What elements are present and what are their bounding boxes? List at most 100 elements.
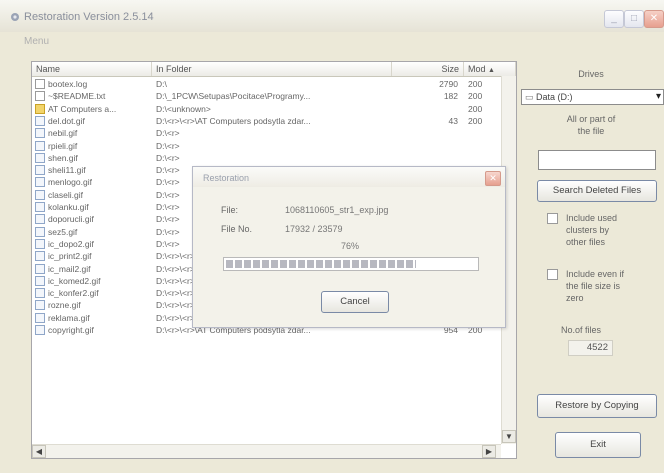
menu-item-menu[interactable]: Menu bbox=[24, 36, 49, 47]
number-of-files-value: 4522 bbox=[568, 340, 613, 356]
image-file-icon bbox=[35, 226, 45, 237]
file-name: kolanku.gif bbox=[48, 202, 89, 212]
image-file-icon bbox=[35, 214, 45, 225]
include-used-checkbox[interactable] bbox=[547, 213, 558, 224]
exit-button[interactable]: Exit bbox=[555, 432, 641, 458]
list-item[interactable]: ~$README.txt D:\_1PCW\Setupas\Pocitace\Pr… bbox=[32, 90, 502, 102]
file-modified: 200 bbox=[468, 115, 483, 126]
column-folder[interactable]: In Folder bbox=[152, 62, 392, 76]
file-name: AT Computers a... bbox=[48, 103, 117, 114]
file-name: del.dot.gif bbox=[48, 115, 85, 126]
file-size bbox=[392, 127, 458, 139]
column-mod-label: Mod bbox=[468, 64, 486, 74]
file-folder: D:\_1PCW\Setupas\Pocitace\Programy... bbox=[156, 91, 311, 102]
image-file-icon bbox=[35, 128, 45, 139]
scroll-right-arrow-icon[interactable]: ▶ bbox=[482, 445, 496, 458]
file-name: copyright.gif bbox=[48, 325, 94, 335]
file-modified bbox=[468, 140, 500, 152]
file-size bbox=[392, 140, 458, 152]
file-name: ic_dopo2.gif bbox=[48, 238, 94, 249]
horizontal-scrollbar[interactable]: ◀ ▶ bbox=[32, 444, 501, 458]
file-modified: 200 bbox=[468, 103, 483, 114]
list-item[interactable]: del.dot.gif D:\<r>\<r>\AT Computers podsy… bbox=[32, 115, 502, 127]
column-name[interactable]: Name bbox=[32, 62, 152, 76]
image-file-icon bbox=[35, 115, 45, 126]
list-item[interactable]: AT Computers a... D:\<unknown> 200 bbox=[32, 103, 502, 115]
progress-fill bbox=[226, 260, 416, 268]
dialog-title: Restoration bbox=[203, 173, 250, 183]
all-or-part-line1: All or part of bbox=[566, 114, 616, 124]
column-size[interactable]: Size bbox=[392, 62, 464, 76]
file-modified bbox=[468, 152, 500, 164]
window-title: Restoration Version 2.5.14 bbox=[24, 11, 154, 23]
file-folder: D:\<unknown> bbox=[156, 103, 211, 114]
file-size bbox=[392, 103, 458, 115]
file-folder: D:\ bbox=[156, 79, 167, 89]
file-folder: D:\<r> bbox=[156, 128, 180, 139]
cancel-button[interactable]: Cancel bbox=[321, 291, 389, 313]
drive-icon: ▭ bbox=[525, 92, 534, 102]
list-item[interactable]: bootex.log D:\ 2790 200 bbox=[32, 78, 502, 90]
minimize-button[interactable]: _ bbox=[604, 10, 624, 28]
image-file-icon bbox=[35, 300, 45, 311]
image-file-icon bbox=[35, 152, 45, 163]
chevron-down-icon: ▾ bbox=[655, 91, 661, 102]
drives-label: Drives bbox=[578, 69, 604, 79]
image-file-icon bbox=[35, 238, 45, 249]
list-item[interactable]: rpieli.gif D:\<r> bbox=[32, 140, 502, 152]
include-zero-size-label: Include even if the file size is zero bbox=[566, 268, 624, 304]
restoration-dialog: Restoration ✕ File: 1068110605_str1_exp.… bbox=[192, 166, 506, 328]
search-deleted-files-button[interactable]: Search Deleted Files bbox=[537, 180, 657, 202]
dialog-file-label: File: bbox=[221, 205, 239, 215]
column-mod[interactable]: Mod ▲ bbox=[464, 62, 516, 76]
document-icon bbox=[35, 79, 45, 89]
drive-selected-value: Data (D:) bbox=[536, 92, 573, 102]
scroll-down-arrow-icon[interactable]: ▼ bbox=[502, 430, 516, 443]
dialog-file-no-value: 17932 / 23579 bbox=[285, 224, 343, 234]
search-input[interactable] bbox=[538, 150, 656, 170]
all-or-part-label: All or part of the file bbox=[541, 113, 641, 137]
menu-bar: Menu bbox=[0, 33, 664, 51]
folder-icon bbox=[35, 103, 45, 114]
sort-up-icon: ▲ bbox=[488, 67, 495, 74]
minimize-icon: _ bbox=[611, 13, 617, 24]
file-size: 182 bbox=[443, 91, 458, 102]
all-or-part-line2: the file bbox=[577, 126, 605, 136]
image-file-icon bbox=[35, 202, 45, 212]
image-file-icon bbox=[35, 177, 45, 188]
include-used-line2: clusters by bbox=[566, 225, 610, 235]
side-panel: Drives ▭ Data (D:) ▾ All or part of the … bbox=[521, 61, 664, 461]
number-of-files-label: No.of files bbox=[561, 325, 602, 335]
maximize-button[interactable]: □ bbox=[624, 10, 644, 28]
dialog-close-button[interactable]: ✕ bbox=[485, 171, 501, 186]
file-name: ~$README.txt bbox=[48, 91, 106, 102]
include-zero-line3: zero bbox=[566, 293, 584, 303]
file-name: bootex.log bbox=[48, 79, 88, 89]
file-name: shen.gif bbox=[48, 152, 78, 163]
file-size bbox=[392, 152, 458, 164]
file-name: ic_print2.gif bbox=[48, 251, 92, 262]
list-item[interactable]: nebil.gif D:\<r> bbox=[32, 127, 502, 139]
drive-select[interactable]: ▭ Data (D:) ▾ bbox=[521, 89, 664, 105]
progress-bar bbox=[223, 257, 479, 271]
title-bar[interactable]: Restoration Version 2.5.14 _ □ ✕ bbox=[0, 0, 664, 32]
main-window: Restoration Version 2.5.14 _ □ ✕ Menu Na… bbox=[0, 0, 664, 473]
file-name: claseli.gif bbox=[48, 189, 83, 200]
close-button[interactable]: ✕ bbox=[644, 10, 664, 28]
scroll-left-arrow-icon[interactable]: ◀ bbox=[32, 445, 46, 458]
include-used-line1: Include used bbox=[566, 213, 618, 223]
dialog-title-bar[interactable]: Restoration ✕ bbox=[193, 167, 505, 187]
image-file-icon bbox=[35, 140, 45, 151]
restore-by-copying-button[interactable]: Restore by Copying bbox=[537, 394, 657, 418]
include-zero-size-checkbox[interactable] bbox=[547, 269, 558, 280]
file-name: ic_konfer2.gif bbox=[48, 288, 99, 299]
list-item[interactable]: shen.gif D:\<r> bbox=[32, 152, 502, 164]
file-folder: D:\<r> bbox=[156, 140, 180, 151]
list-header: Name In Folder Size Mod ▲ bbox=[32, 62, 516, 77]
file-modified: 200 bbox=[468, 79, 483, 89]
dialog-file-value: 1068110605_str1_exp.jpg bbox=[285, 205, 389, 215]
file-modified bbox=[468, 127, 500, 139]
file-name: nebil.gif bbox=[48, 128, 78, 139]
file-name: doporucli.gif bbox=[48, 214, 94, 225]
file-folder: D:\<r> bbox=[156, 152, 180, 163]
